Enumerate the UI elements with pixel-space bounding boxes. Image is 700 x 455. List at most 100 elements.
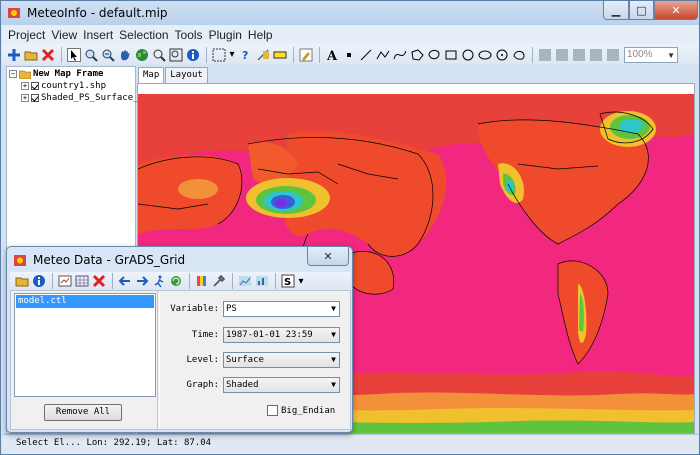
main-toolbar: ▾ ? A 100% ▼ (2, 44, 699, 65)
tab-map[interactable]: Map (138, 67, 165, 83)
info-icon[interactable] (31, 274, 46, 289)
circle-icon[interactable] (460, 47, 475, 62)
line-icon[interactable] (358, 47, 373, 62)
toolbar-separator (61, 46, 62, 63)
menu-plugin[interactable]: Plugin (209, 28, 242, 42)
menu-selection[interactable]: Selection (119, 28, 168, 42)
graph-select[interactable]: Shaded ▼ (223, 377, 340, 393)
close-button[interactable]: ✕ (654, 1, 698, 20)
title-bar[interactable]: MeteoInfo - default.mip ▁ □ ✕ (1, 1, 699, 25)
color-bar-icon[interactable] (194, 274, 209, 289)
graph-value: Shaded (226, 380, 259, 390)
layout-4-icon[interactable] (588, 47, 603, 62)
menu-tools[interactable]: Tools (175, 28, 203, 42)
tree-layer-country[interactable]: + country1.shp (21, 80, 106, 92)
menu-help[interactable]: Help (248, 28, 273, 42)
chevron-down-icon[interactable]: ▾ (297, 274, 305, 289)
help-icon[interactable]: ? (238, 47, 253, 62)
big-endian-checkbox[interactable]: Big_Endian (267, 405, 335, 416)
animation-icon[interactable] (151, 274, 166, 289)
expand-icon[interactable]: + (21, 94, 29, 102)
open-folder-icon[interactable] (14, 274, 29, 289)
tree-layer-shaded[interactable]: + Shaded_PS_Surface_1 (21, 92, 144, 104)
svg-text:A: A (326, 49, 338, 62)
close-icon: ✕ (671, 3, 681, 17)
edit-layout-icon[interactable] (298, 47, 313, 62)
polygon-icon[interactable] (409, 47, 424, 62)
collapse-icon[interactable]: − (9, 70, 17, 78)
maximize-button[interactable]: □ (629, 1, 654, 20)
toolbar-separator (319, 46, 320, 63)
graph-label: Graph: (186, 380, 219, 390)
menu-view[interactable]: View (51, 28, 77, 42)
layout-2-icon[interactable] (554, 47, 569, 62)
layer-visible-checkbox[interactable] (31, 94, 39, 102)
rectangle-icon[interactable] (443, 47, 458, 62)
arrow-right-icon[interactable] (134, 274, 149, 289)
curve-polygon-icon[interactable] (426, 47, 441, 62)
refresh-icon[interactable] (168, 274, 183, 289)
freehand-icon[interactable] (494, 47, 509, 62)
menu-insert[interactable]: Insert (83, 28, 113, 42)
zoom-in-icon[interactable] (83, 47, 98, 62)
select-features-icon[interactable] (211, 47, 226, 62)
dialog-toolbar: S ▾ (10, 272, 351, 290)
level-value: Surface (226, 355, 264, 365)
full-extent-icon[interactable] (134, 47, 149, 62)
identify-icon[interactable] (185, 47, 200, 62)
toolbar-separator (206, 46, 207, 63)
settings-tools-icon[interactable] (211, 274, 226, 289)
table-icon[interactable] (74, 274, 89, 289)
tree-map-frame[interactable]: − New Map Frame (9, 68, 103, 80)
point-icon[interactable] (341, 47, 356, 62)
file-list[interactable]: model.ctl (14, 293, 156, 397)
level-select[interactable]: Surface ▼ (223, 352, 340, 368)
meteo-data-dialog: Meteo Data - GrADS_Grid ✕ S ▾ model.ctl … (6, 246, 353, 433)
script-icon[interactable]: S (280, 274, 295, 289)
layout-5-icon[interactable] (605, 47, 620, 62)
zoom-rect-icon[interactable] (151, 47, 166, 62)
pan-icon[interactable] (117, 47, 132, 62)
select-icon[interactable] (66, 47, 81, 62)
layout-3-icon[interactable] (571, 47, 586, 62)
zoom-combo[interactable]: 100% ▼ (624, 46, 678, 63)
polyline-icon[interactable] (375, 47, 390, 62)
variable-label: Variable: (170, 304, 219, 314)
statistics-icon[interactable] (254, 274, 269, 289)
variable-select[interactable]: PS ▼ (223, 301, 340, 317)
chevron-down-icon: ▼ (331, 304, 336, 313)
level-label: Level: (186, 355, 219, 365)
ellipse-icon[interactable] (477, 47, 492, 62)
checkbox-box[interactable] (267, 405, 278, 416)
dropdown-arrow-icon[interactable]: ▾ (228, 47, 236, 62)
dialog-body: model.ctl Remove All Variable: PS ▼ Time… (10, 290, 351, 430)
data-view-icon[interactable] (57, 274, 72, 289)
measure-icon[interactable] (255, 47, 270, 62)
dialog-close-button[interactable]: ✕ (307, 247, 349, 266)
curve-icon[interactable] (392, 47, 407, 62)
zoom-value: 100% (627, 49, 653, 60)
remove-icon[interactable] (40, 47, 55, 62)
freehand-polygon-icon[interactable] (511, 47, 526, 62)
time-select[interactable]: 1987-01-01 23:59 ▼ (223, 327, 340, 343)
add-layer-icon[interactable] (6, 47, 21, 62)
tab-layout[interactable]: Layout (165, 67, 208, 83)
maximize-icon: □ (636, 3, 647, 17)
remove-icon[interactable] (91, 274, 106, 289)
minimize-button[interactable]: ▁ (603, 1, 629, 20)
arrow-left-icon[interactable] (117, 274, 132, 289)
layout-1-icon[interactable] (537, 47, 552, 62)
file-list-item[interactable]: model.ctl (16, 295, 154, 308)
open-folder-icon[interactable] (23, 47, 38, 62)
label-icon[interactable] (272, 47, 287, 62)
zoom-out-icon[interactable] (100, 47, 115, 62)
remove-all-button[interactable]: Remove All (44, 404, 122, 421)
menu-project[interactable]: Project (8, 28, 45, 42)
layer-visible-checkbox[interactable] (31, 82, 39, 90)
view-tabs: Map Layout (138, 67, 209, 83)
text-icon[interactable]: A (324, 47, 339, 62)
expand-icon[interactable]: + (21, 82, 29, 90)
zoom-layer-icon[interactable] (168, 47, 183, 62)
big-endian-label: Big_Endian (281, 405, 336, 416)
chart-icon[interactable] (237, 274, 252, 289)
